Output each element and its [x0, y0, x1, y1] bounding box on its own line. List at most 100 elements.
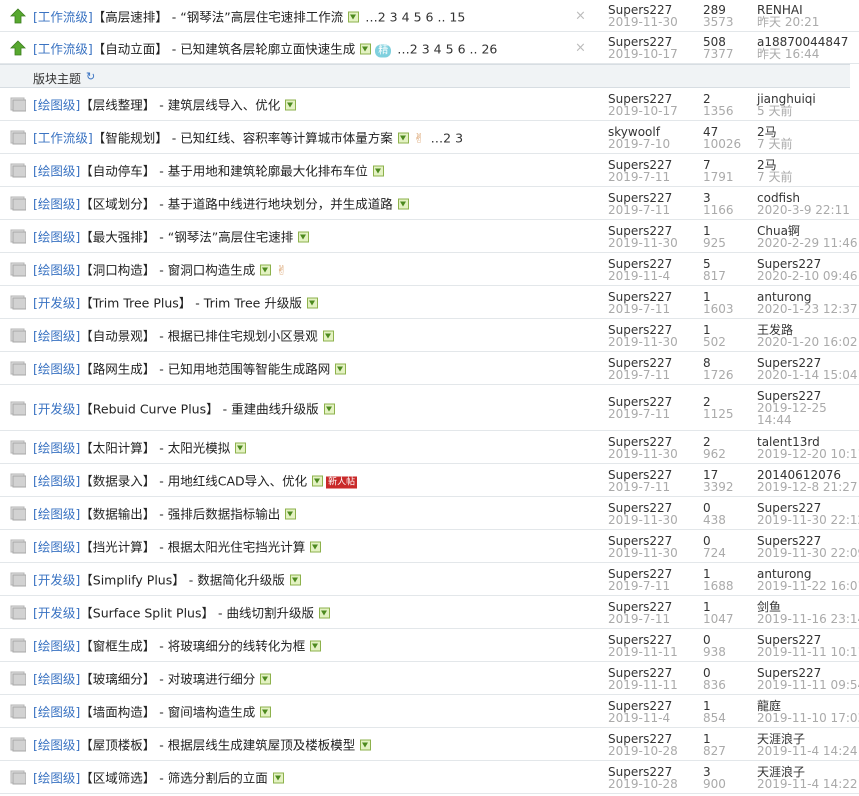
thread-title-link[interactable]: 【Rebuid Curve Plus】 — [80, 401, 218, 416]
page-link[interactable]: 26 — [481, 41, 497, 56]
thread-row[interactable]: [绘图级]【玻璃细分】 - 对玻璃进行细分 Supers227 2019-11-11… — [0, 662, 859, 695]
thread-category-link[interactable]: [绘图级] — [33, 639, 80, 654]
thread-row[interactable]: [绘图级]【自动停车】 - 基于用地和建筑轮廓最大化排布车位 Supers227 2… — [0, 154, 859, 187]
thread-row[interactable]: [绘图级]【数据录入】 - 用地红线CAD导入、优化 新人帖 Supers227 20… — [0, 464, 859, 497]
last-reply-user-link[interactable]: Supers227 — [757, 535, 859, 547]
thread-description-link[interactable]: Trim Tree 升级版 — [204, 296, 302, 311]
pinned-thread-row[interactable]: [工作流级]【高层速排】 - “钢琴法”高层住宅速排工作流 …2 3 4 5 6.. 15 ×… — [0, 0, 859, 32]
thread-row[interactable]: [绘图级]【自动景观】 - 根据已排住宅规划小区景观 Supers227 2019-… — [0, 319, 859, 352]
author-name-link[interactable]: Supers227 — [608, 469, 672, 481]
thread-category-link[interactable]: [绘图级] — [33, 474, 80, 489]
author-name-link[interactable]: Supers227 — [608, 291, 672, 303]
thread-category-link[interactable]: [开发级] — [33, 401, 80, 416]
thread-row[interactable]: [绘图级]【区域划分】 - 基于道路中线进行地块划分，并生成道路 Supers22… — [0, 187, 859, 220]
thread-title-link[interactable]: 【墙面构造】 — [80, 705, 155, 720]
thread-title-link[interactable]: 【数据录入】 — [80, 474, 155, 489]
thread-description-link[interactable]: 曲线切割升级版 — [226, 606, 314, 621]
thread-title-link[interactable]: 【区域划分】 — [80, 197, 155, 212]
page-link[interactable]: 2 — [443, 131, 451, 146]
thread-category-link[interactable]: [开发级] — [33, 573, 80, 588]
thread-category-link[interactable]: [绘图级] — [33, 705, 80, 720]
page-link[interactable]: 3 — [455, 131, 463, 146]
thread-title-link[interactable]: 【层线整理】 — [80, 98, 155, 113]
author-name-link[interactable]: Supers227 — [608, 436, 678, 448]
last-reply-user-link[interactable]: Supers227 — [757, 634, 859, 646]
thread-title-link[interactable]: 【挡光计算】 — [80, 540, 155, 555]
thread-category-link[interactable]: [绘图级] — [33, 98, 80, 113]
thread-row[interactable]: [开发级]【Simplify Plus】 - 数据简化升级版 Supers227 2… — [0, 563, 859, 596]
thread-title-link[interactable]: 【最大强排】 — [80, 230, 155, 245]
thread-description-link[interactable]: 根据太阳光住宅挡光计算 — [168, 540, 306, 555]
thread-row[interactable]: [绘图级]【窗框生成】 - 将玻璃细分的线转化为框 Supers227 2019-1… — [0, 629, 859, 662]
thread-row[interactable]: [绘图级]【最大强排】 - “钢琴法”高层住宅速排 Supers227 2019-1… — [0, 220, 859, 253]
thread-description-link[interactable]: 强排后数据指标输出 — [168, 507, 281, 522]
thread-title-link[interactable]: 【数据输出】 — [80, 507, 155, 522]
page-link[interactable]: 6 — [458, 41, 466, 56]
page-link[interactable]: 3 — [422, 41, 430, 56]
thread-row[interactable]: [绘图级]【路网生成】 - 已知用地范围等智能生成路网 Supers227 2019… — [0, 352, 859, 385]
thread-row[interactable]: [绘图级]【墙面构造】 - 窗间墙构造生成 Supers227 2019-11-4 1… — [0, 695, 859, 728]
last-reply-user-link[interactable]: 2马 — [757, 126, 792, 138]
author-name-link[interactable]: Supers227 — [608, 733, 678, 745]
thread-title-link[interactable]: 【Simplify Plus】 — [80, 573, 184, 588]
thread-title-link[interactable]: 【太阳计算】 — [80, 441, 155, 456]
thread-row[interactable]: [绘图级]【区域筛选】 - 筛选分割后的立面 Supers227 2019-10-2… — [0, 761, 859, 794]
thread-title-link[interactable]: 【自动停车】 — [80, 164, 155, 179]
author-name-link[interactable]: Supers227 — [608, 766, 678, 778]
last-reply-user-link[interactable]: codfish — [757, 192, 850, 204]
last-reply-user-link[interactable]: anturong — [757, 291, 858, 303]
thread-row[interactable]: [绘图级]【太阳计算】 - 太阳光模拟 Supers227 2019-11-30 2 9… — [0, 431, 859, 464]
page-link[interactable]: 4 — [402, 9, 410, 24]
author-name-link[interactable]: Supers227 — [608, 192, 672, 204]
thread-category-link[interactable]: [开发级] — [33, 296, 80, 311]
last-reply-user-link[interactable]: 天涯浪子 — [757, 766, 858, 778]
thread-description-link[interactable]: 已知建筑各层轮廓立面快速生成 — [180, 41, 355, 56]
thread-row[interactable]: [开发级]【Rebuid Curve Plus】 - 重建曲线升级版 Supers… — [0, 385, 859, 431]
author-name-link[interactable]: Supers227 — [608, 357, 672, 369]
thread-description-link[interactable]: 窗洞口构造生成 — [168, 263, 256, 278]
last-reply-user-link[interactable]: 剑鱼 — [757, 601, 859, 613]
thread-category-link[interactable]: [工作流级] — [33, 41, 93, 56]
close-icon[interactable]: × — [575, 40, 586, 55]
thread-description-link[interactable]: 窗间墙构造生成 — [168, 705, 256, 720]
last-reply-user-link[interactable]: jianghuiqi — [757, 93, 816, 105]
thread-description-link[interactable]: 建筑层线导入、优化 — [168, 98, 281, 113]
thread-category-link[interactable]: [工作流级] — [33, 131, 93, 146]
close-icon[interactable]: × — [575, 8, 586, 23]
page-link[interactable]: 3 — [390, 9, 398, 24]
last-reply-user-link[interactable]: 龍庭 — [757, 700, 859, 712]
last-reply-user-link[interactable]: Supers227 — [757, 667, 859, 679]
author-name-link[interactable]: skywoolf — [608, 126, 670, 138]
page-link[interactable]: .. — [437, 9, 445, 24]
thread-category-link[interactable]: [绘图级] — [33, 263, 80, 278]
thread-description-link[interactable]: 数据简化升级版 — [197, 573, 285, 588]
thread-category-link[interactable]: [绘图级] — [33, 441, 80, 456]
thread-description-link[interactable]: 根据已排住宅规划小区景观 — [168, 329, 318, 344]
thread-category-link[interactable]: [绘图级] — [33, 197, 80, 212]
page-link[interactable]: 5 — [414, 9, 422, 24]
last-reply-user-link[interactable]: Chua锕 — [757, 225, 858, 237]
thread-category-link[interactable]: [绘图级] — [33, 230, 80, 245]
thread-category-link[interactable]: [开发级] — [33, 606, 80, 621]
last-reply-user-link[interactable]: Supers227 — [757, 357, 858, 369]
last-reply-user-link[interactable]: Supers227 — [757, 502, 859, 514]
thread-row[interactable]: [绘图级]【数据输出】 - 强排后数据指标输出 Supers227 2019-11-… — [0, 497, 859, 530]
thread-description-link[interactable]: 重建曲线升级版 — [231, 401, 319, 416]
thread-title-link[interactable]: 【区域筛选】 — [80, 771, 155, 786]
author-name-link[interactable]: Supers227 — [608, 93, 678, 105]
pinned-thread-row[interactable]: [工作流级]【自动立面】 - 已知建筑各层轮廓立面快速生成 精 …2 3 4 5 6.. 26… — [0, 32, 859, 64]
thread-row[interactable]: [绘图级]【挡光计算】 - 根据太阳光住宅挡光计算 Supers227 2019-1… — [0, 530, 859, 563]
thread-category-link[interactable]: [工作流级] — [33, 9, 93, 24]
thread-description-link[interactable]: 根据层线生成建筑屋顶及楼板模型 — [168, 738, 356, 753]
last-reply-user-link[interactable]: 2马 — [757, 159, 792, 171]
thread-title-link[interactable]: 【高层速排】 — [93, 9, 168, 24]
thread-row[interactable]: [工作流级]【智能规划】 - 已知红线、容积率等计算城市体量方案 ✌ …2 3 skyw… — [0, 121, 859, 154]
page-link[interactable]: 4 — [434, 41, 442, 56]
thread-row[interactable]: [绘图级]【屋顶楼板】 - 根据层线生成建筑屋顶及楼板模型 Supers227 20… — [0, 728, 859, 761]
thread-category-link[interactable]: [绘图级] — [33, 362, 80, 377]
thread-title-link[interactable]: 【窗框生成】 — [80, 639, 155, 654]
thread-category-link[interactable]: [绘图级] — [33, 738, 80, 753]
last-reply-user-link[interactable]: Supers227 — [757, 258, 858, 270]
thread-description-link[interactable]: 太阳光模拟 — [168, 441, 231, 456]
thread-category-link[interactable]: [绘图级] — [33, 540, 80, 555]
